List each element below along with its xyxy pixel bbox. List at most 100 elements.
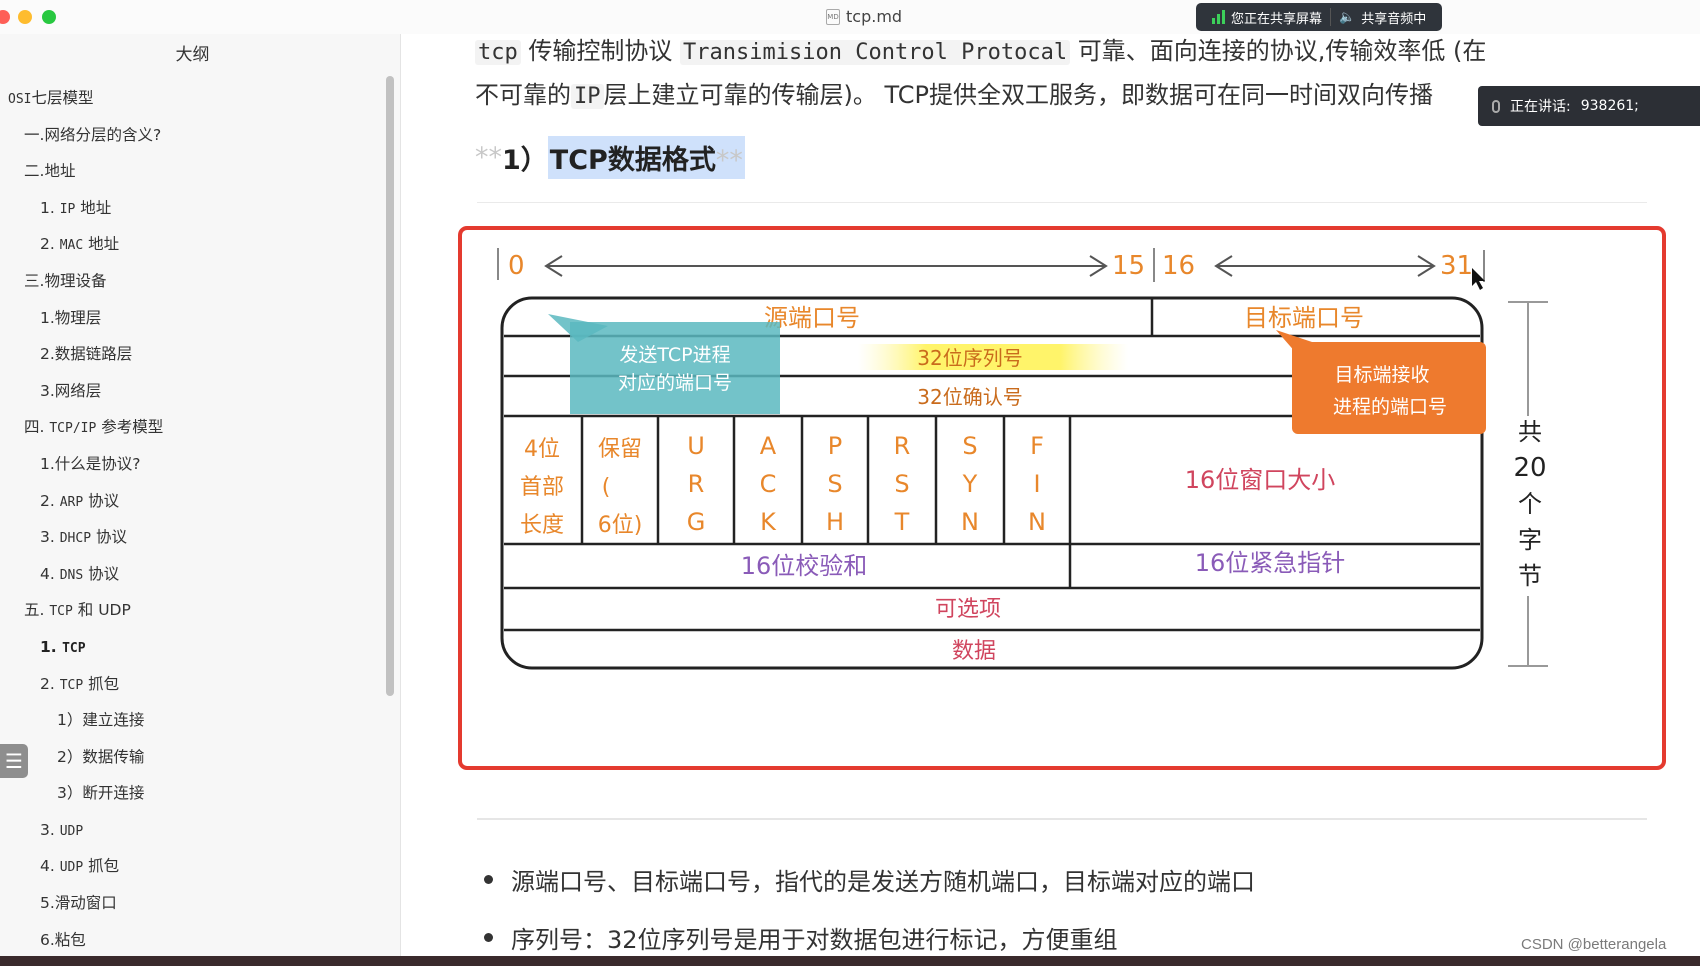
inline-code: Transimision Control Protocal bbox=[680, 40, 1071, 65]
outline-item-label: 抓包 bbox=[83, 674, 120, 693]
list-item: 源端口号、目标端口号，指代的是发送方随机端口，目标端对应的端口 bbox=[475, 850, 1675, 908]
outline-item-code: DNS bbox=[59, 567, 84, 583]
outline-item[interactable]: 6.粘包 bbox=[0, 922, 390, 959]
zoom-window-button[interactable] bbox=[42, 10, 56, 24]
outline-item[interactable]: 3. DHCP 协议 bbox=[0, 519, 390, 556]
outline-item[interactable]: 一.网络分层的含义? bbox=[0, 117, 390, 154]
outline-item-label: 物理设备 bbox=[44, 271, 107, 290]
bullet-dot bbox=[484, 932, 493, 942]
sidebar-scrollbar[interactable] bbox=[386, 76, 394, 696]
outline-item-prefix: 3. bbox=[40, 820, 60, 839]
outline-item-label: 和 UDP bbox=[72, 601, 131, 620]
outline-item-label: 什么是协议? bbox=[54, 454, 141, 473]
list-icon: ☰ bbox=[5, 749, 23, 773]
outline-item[interactable]: 3）断开连接 bbox=[0, 775, 390, 812]
outline-item-prefix: 3） bbox=[57, 784, 83, 803]
outline-item-label: 断开连接 bbox=[82, 784, 145, 803]
outline-item-label: 滑动窗口 bbox=[54, 894, 117, 913]
outline-item-label: 地址 bbox=[75, 198, 112, 217]
outline-item-label: 粘包 bbox=[54, 930, 86, 949]
outline-item-prefix: 2. bbox=[40, 491, 60, 510]
outline-item[interactable]: 2. MAC 地址 bbox=[0, 226, 390, 263]
outline-item-label: 物理层 bbox=[54, 308, 102, 327]
outline-item-prefix: 五. bbox=[24, 601, 50, 620]
close-window-button[interactable] bbox=[0, 10, 10, 24]
outline-item-label: 网络分层的含义? bbox=[44, 125, 162, 144]
outline-item-prefix: 三. bbox=[24, 271, 45, 290]
outline-item-prefix: 二. bbox=[24, 162, 45, 181]
outline-item-prefix: 四. bbox=[24, 418, 50, 437]
outline-item-prefix: 3. bbox=[40, 528, 60, 547]
outline-item-label: 建立连接 bbox=[82, 711, 145, 730]
outline-item-label: 七层模型 bbox=[31, 89, 94, 107]
heading-title: TCP数据格式 bbox=[549, 145, 716, 176]
outline-item-code: ARP bbox=[59, 494, 84, 510]
outline-item-label: 地址 bbox=[44, 162, 76, 181]
outline-item[interactable]: 五. TCP 和 UDP bbox=[0, 592, 390, 629]
editor-content: tcp 传输控制协议 Transimision Control Protocal… bbox=[400, 0, 1700, 966]
outline-item[interactable]: 2.数据链路层 bbox=[0, 336, 390, 373]
outline-item-prefix: 2） bbox=[57, 747, 83, 766]
outline-item[interactable]: 1. IP 地址 bbox=[0, 190, 390, 227]
outline-item[interactable]: 2）数据传输 bbox=[0, 739, 390, 776]
watermark: CSDN @betterangela bbox=[1521, 936, 1667, 953]
markdown-stars: ** bbox=[475, 142, 502, 173]
list-item-text: 源端口号、目标端口号，指代的是发送方随机端口，目标端对应的端口 bbox=[511, 867, 1255, 896]
outline-item-label: 网络层 bbox=[54, 381, 102, 400]
minimize-window-button[interactable] bbox=[18, 10, 32, 24]
markdown-stars: ** bbox=[715, 145, 743, 176]
outline-item-label: 地址 bbox=[83, 235, 120, 254]
outline-item-label: 参考模型 bbox=[96, 418, 164, 437]
outline-item-prefix: 1. bbox=[40, 637, 63, 656]
outline-item-label: 协议 bbox=[91, 528, 127, 547]
outline-item[interactable]: 二.地址 bbox=[0, 153, 390, 190]
outline-item-code: UDP bbox=[59, 823, 84, 839]
outline-item[interactable]: 3. UDP bbox=[0, 812, 390, 849]
outline-item-prefix: 1. bbox=[40, 308, 55, 327]
outline-list: OSI七层模型 一.网络分层的含义? 二.地址 1. IP 地址 2. MAC 地址 三.… bbox=[0, 80, 390, 958]
outline-item-prefix: 2. bbox=[40, 674, 60, 693]
outline-item-code: TCP bbox=[59, 677, 84, 693]
outline-item-prefix: 1. bbox=[40, 198, 60, 217]
outline-toggle-button[interactable]: ☰ bbox=[0, 744, 28, 778]
outline-title: 大纲 bbox=[175, 45, 210, 65]
intro-text: 传输控制协议 bbox=[520, 37, 681, 65]
outline-item-code: TCP/IP bbox=[49, 421, 97, 437]
outline-item[interactable]: 4. UDP 抓包 bbox=[0, 848, 390, 885]
outline-item-code: TCP bbox=[49, 604, 73, 620]
outline-item-label: 数据传输 bbox=[82, 747, 145, 766]
outline-item[interactable]: 4. DNS 协议 bbox=[0, 556, 390, 593]
outline-item[interactable]: 2. TCP 抓包 bbox=[0, 666, 390, 703]
outline-item-code: DHCP bbox=[59, 531, 92, 547]
list-item-text: 序列号：32位序列号是用于对数据包进行标记，方便重组 bbox=[511, 925, 1118, 954]
outline-item[interactable]: 1. TCP bbox=[0, 629, 390, 666]
intro-paragraph: tcp 传输控制协议 Transimision Control Protocal… bbox=[475, 30, 1675, 118]
outline-item-label: 协议 bbox=[83, 491, 120, 510]
bullet-list: 源端口号、目标端口号，指代的是发送方随机端口，目标端对应的端口 序列号：32位序… bbox=[475, 850, 1675, 966]
outline-item-code: IP bbox=[59, 201, 76, 217]
outline-item-code: TCP bbox=[62, 640, 86, 656]
section-heading: ** 1） TCP数据格式** bbox=[475, 136, 745, 179]
outline-item-code: OSI bbox=[8, 92, 32, 107]
outline-item[interactable]: 1.什么是协议? bbox=[0, 446, 390, 483]
heading-selected-text[interactable]: TCP数据格式** bbox=[547, 136, 745, 179]
outline-item[interactable]: 5.滑动窗口 bbox=[0, 885, 390, 922]
inline-code: tcp bbox=[475, 40, 521, 65]
intro-text: 层上建立可靠的传输层)。 TCP提供全双工服务，即数据可在同一时间双向传播 bbox=[603, 81, 1433, 109]
outline-item-prefix: 5. bbox=[40, 894, 55, 913]
outline-item-prefix: 2. bbox=[40, 345, 55, 364]
outline-item[interactable]: 3.网络层 bbox=[0, 373, 390, 410]
outline-item[interactable]: 1）建立连接 bbox=[0, 702, 390, 739]
bottom-strip bbox=[0, 956, 1700, 966]
inline-code: IP bbox=[571, 84, 604, 109]
outline-item-prefix: 1） bbox=[57, 711, 83, 730]
outline-item[interactable]: 2. ARP 协议 bbox=[0, 483, 390, 520]
outline-item[interactable]: 四. TCP/IP 参考模型 bbox=[0, 409, 390, 446]
outline-item[interactable]: OSI七层模型 bbox=[0, 80, 390, 117]
outline-item-prefix: 一. bbox=[24, 125, 45, 144]
outline-item-prefix: 6. bbox=[40, 930, 55, 949]
outline-item[interactable]: 三.物理设备 bbox=[0, 263, 390, 300]
intro-text: 不可靠的 bbox=[475, 81, 571, 109]
outline-item-label: 抓包 bbox=[83, 857, 120, 876]
outline-item[interactable]: 1.物理层 bbox=[0, 300, 390, 337]
